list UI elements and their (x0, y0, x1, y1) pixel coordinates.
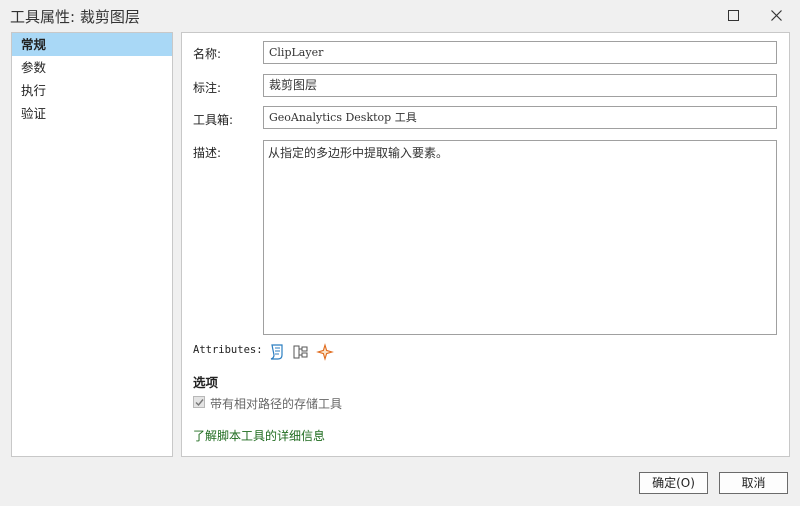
attributes-label: Attributes: (193, 344, 263, 356)
maximize-icon (728, 10, 739, 21)
sidebar-item-execution[interactable]: 执行 (12, 79, 172, 102)
name-field[interactable]: ClipLayer (263, 41, 777, 64)
name-label: 名称: (193, 47, 222, 61)
display-label: 标注: (193, 81, 222, 95)
display-field[interactable]: 裁剪图层 (263, 74, 777, 97)
window-title: 工具属性: 裁剪图层 (10, 8, 140, 26)
maximize-button[interactable] (721, 4, 747, 28)
hierarchy-icon[interactable] (292, 343, 310, 361)
description-label: 描述: (193, 146, 222, 160)
checkmark-icon (195, 399, 204, 407)
script-icon[interactable] (268, 343, 286, 361)
sidebar: 常规 参数 执行 验证 (11, 32, 173, 457)
sidebar-item-parameters[interactable]: 参数 (12, 56, 172, 79)
options-title: 选项 (193, 375, 219, 390)
general-panel: 名称: ClipLayer 标注: 裁剪图层 工具箱: GeoAnalytics… (181, 32, 790, 457)
store-relative-paths-checkbox[interactable] (193, 396, 205, 408)
sidebar-item-validation[interactable]: 验证 (12, 102, 172, 125)
toolbox-field[interactable]: GeoAnalytics Desktop 工具 (263, 106, 777, 129)
ok-button[interactable]: 确定(O) (639, 472, 708, 494)
toolbox-label: 工具箱: (193, 113, 234, 127)
cancel-button[interactable]: 取消 (719, 472, 788, 494)
title-bar: 工具属性: 裁剪图层 (0, 0, 800, 32)
description-field[interactable]: 从指定的多边形中提取输入要素。 (263, 140, 777, 335)
store-relative-paths-label: 带有相对路径的存储工具 (210, 397, 343, 411)
close-button[interactable] (764, 4, 790, 28)
learn-more-link[interactable]: 了解脚本工具的详细信息 (193, 427, 325, 444)
close-icon (771, 10, 782, 21)
sidebar-item-general[interactable]: 常规 (12, 33, 172, 56)
sparkle-icon[interactable] (316, 343, 334, 361)
